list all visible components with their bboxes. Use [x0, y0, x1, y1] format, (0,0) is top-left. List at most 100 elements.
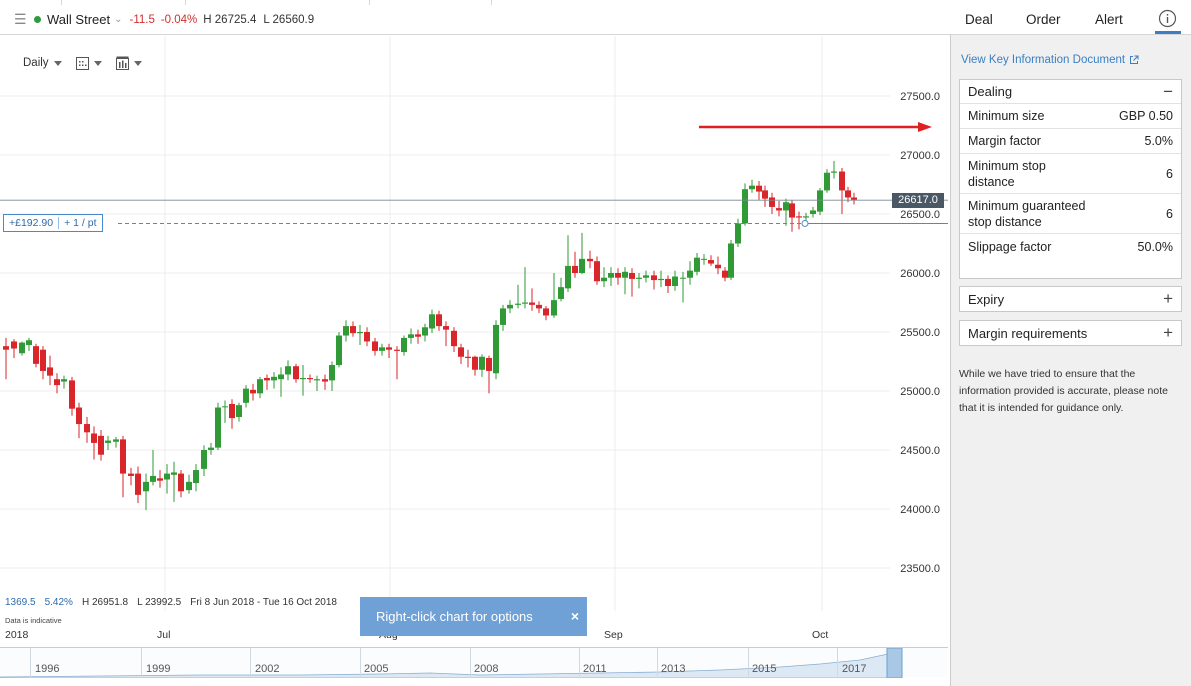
collapse-icon[interactable]: − — [1163, 82, 1173, 102]
candle-body — [135, 473, 141, 495]
tab-deal[interactable]: Deal — [965, 12, 993, 27]
candle-body — [186, 481, 192, 491]
dealing-header[interactable]: Dealing − — [960, 80, 1181, 104]
candle-body — [222, 406, 228, 408]
navigator-year: 2017 — [842, 663, 867, 675]
candle-body — [817, 190, 823, 212]
expiry-section[interactable]: Expiry + — [959, 286, 1182, 312]
range-change: 1369.5 — [5, 597, 36, 608]
expiry-header[interactable]: Expiry + — [960, 287, 1181, 311]
candle-body — [565, 265, 571, 289]
candle-body — [278, 374, 284, 380]
key-information-document-link[interactable]: View Key Information Document — [961, 54, 1139, 66]
position-pl: +£192.90 — [9, 217, 54, 229]
price-axis-label: 26000.0 — [900, 268, 940, 280]
chevron-down-icon[interactable]: ⌄ — [114, 14, 122, 25]
date-axis-label: Oct — [812, 629, 829, 641]
range-dates: Fri 8 Jun 2018 - Tue 16 Oct 2018 — [190, 597, 337, 608]
expand-icon[interactable]: + — [1163, 323, 1173, 343]
candle-body — [33, 346, 39, 364]
price-change-percent: -0.04% — [160, 13, 198, 26]
navigator-year: 2013 — [661, 663, 686, 675]
navigator-year: 2002 — [255, 663, 280, 675]
interval-dropdown[interactable]: Daily — [23, 57, 62, 69]
deal-ticket-tabs: Deal Order Alert — [950, 0, 1191, 35]
navigator-year: 2005 — [364, 663, 389, 675]
range-high: H 26951.8 — [81, 597, 129, 608]
close-icon[interactable]: × — [571, 608, 579, 624]
dealing-row: Slippage factor 50.0% — [960, 234, 1181, 259]
candle-body — [300, 378, 306, 380]
info-icon[interactable] — [1156, 7, 1179, 30]
candle-body — [543, 308, 549, 316]
candle-body — [394, 349, 400, 351]
candle-body — [113, 439, 119, 442]
candle-body — [193, 470, 199, 484]
market-header: ☰ Wall Street ⌄ -11.5 -0.04% H 26725.4 L… — [0, 5, 950, 35]
tab-alert[interactable]: Alert — [1095, 12, 1123, 27]
candle-body — [658, 278, 664, 281]
position-pl-label[interactable]: +£192.90 + 1 / pt — [3, 214, 103, 232]
candle-body — [350, 326, 356, 334]
price-axis-label: 27000.0 — [900, 150, 940, 162]
candle-body — [26, 340, 32, 345]
price-axis-label: 27500.0 — [900, 91, 940, 103]
candle-body — [776, 208, 782, 211]
chart-hint-toast: Right-click chart for options × — [360, 597, 587, 636]
candle-body — [651, 275, 657, 281]
chart-type-dropdown[interactable] — [75, 56, 102, 70]
candle-body — [322, 379, 328, 382]
chart-toolbar: Daily — [23, 56, 142, 70]
indicators-dropdown[interactable] — [115, 56, 142, 70]
candle-body — [215, 407, 221, 448]
candle-body — [422, 327, 428, 336]
candle-body — [672, 276, 678, 286]
dealing-row-label: Minimum guaranteed stop distance — [968, 198, 1086, 229]
dealing-row-label: Margin factor — [968, 134, 1041, 148]
date-axis-label: Jul — [157, 629, 171, 641]
active-tab-indicator — [1155, 31, 1181, 34]
candle-body — [357, 332, 363, 334]
candle-body — [171, 472, 177, 475]
dealing-row-value: 6 — [1166, 206, 1173, 221]
candle-body — [845, 190, 851, 198]
candle-body — [615, 273, 621, 278]
candle-body — [810, 210, 816, 214]
chart-range-stats: 1369.5 5.42% H 26951.8 L 23992.5 Fri 8 J… — [5, 597, 337, 608]
candle-body — [91, 433, 97, 443]
candle-body — [629, 273, 635, 279]
navigator-year: 2011 — [583, 663, 607, 675]
price-axis-label: 24000.0 — [900, 504, 940, 516]
candle-body — [515, 303, 521, 305]
candle-body — [687, 270, 693, 278]
candle-body — [529, 302, 535, 305]
toast-text: Right-click chart for options — [376, 609, 533, 624]
tab-order[interactable]: Order — [1026, 12, 1061, 27]
candle-body — [756, 185, 762, 192]
margin-requirements-section[interactable]: Margin requirements + — [959, 320, 1182, 346]
candle-body — [493, 324, 499, 374]
dealing-row-label: Minimum stop distance — [968, 158, 1046, 189]
candle-body — [336, 335, 342, 366]
candle-body — [379, 347, 385, 351]
market-name[interactable]: Wall Street — [47, 12, 110, 27]
caret-down-icon — [53, 60, 62, 66]
candle-body — [608, 273, 614, 278]
hamburger-menu-icon[interactable]: ☰ — [14, 11, 27, 28]
candle-body — [749, 185, 755, 190]
candle-body — [293, 366, 299, 380]
candle-body — [680, 277, 686, 279]
margin-requirements-header[interactable]: Margin requirements + — [960, 321, 1181, 345]
dealing-section: Dealing − Minimum size GBP 0.50 Margin f… — [959, 79, 1182, 279]
expand-icon[interactable]: + — [1163, 289, 1173, 309]
candle-body — [243, 388, 249, 403]
chart-canvas[interactable]: 27500.0 27000.0 26500.0 26000.0 25500.0 25000… — [0, 36, 948, 611]
candle-body — [285, 366, 291, 375]
chart-navigator[interactable]: 1996 1999 2002 2005 2008 2011 2013 2015 … — [0, 647, 948, 678]
price-axis-label: 24500.0 — [900, 445, 940, 457]
candle-body — [479, 356, 485, 370]
caret-down-icon — [93, 60, 102, 66]
candle-body — [636, 277, 642, 279]
price-chart[interactable]: 27500.0 27000.0 26500.0 26000.0 25500.0 25000… — [0, 36, 948, 686]
candle-body — [443, 326, 449, 330]
